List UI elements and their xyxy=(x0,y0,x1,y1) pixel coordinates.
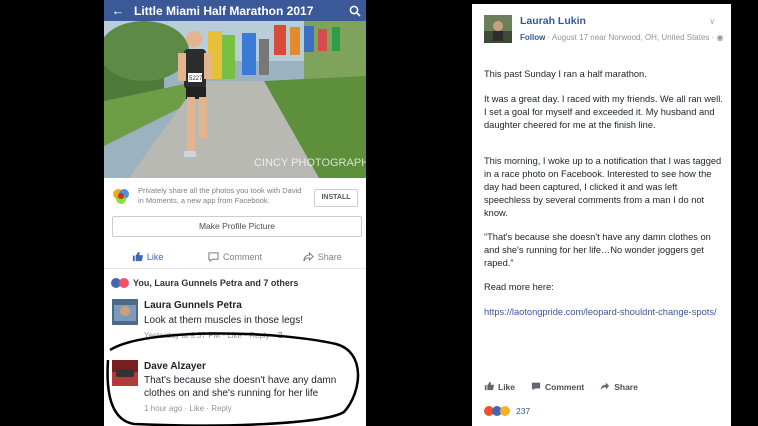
post-meta: Follow · August 17 near Norwood, OH, Uni… xyxy=(520,32,726,43)
post-date-location: · August 17 near Norwood, OH, United Sta… xyxy=(545,33,717,42)
comment-icon xyxy=(531,381,541,393)
globe-icon: ◉ xyxy=(716,33,724,42)
post-paragraph: This past Sunday I ran a half marathon. xyxy=(484,69,647,79)
chevron-down-icon[interactable]: ∨ xyxy=(709,16,716,27)
thumbs-up-icon xyxy=(484,381,494,393)
comment-button[interactable]: Comment xyxy=(531,380,584,394)
author-avatar[interactable] xyxy=(484,15,512,43)
facebook-post: Laurah Lukin ∨ Follow · August 17 near N… xyxy=(472,4,731,426)
post-reactions[interactable]: 237 xyxy=(484,404,530,418)
post-actions: Like Comment Share xyxy=(484,380,724,394)
post-paragraph: Read more here: xyxy=(484,282,554,292)
share-button[interactable]: Share xyxy=(600,380,638,394)
post-paragraph: “That's because she doesn't have any dam… xyxy=(484,232,711,268)
post-paragraph: This morning, I woke up to a notificatio… xyxy=(484,156,722,218)
post-paragraph: It was a great day. I raced with my frie… xyxy=(484,94,723,130)
reaction-count: 237 xyxy=(516,406,531,416)
follow-button[interactable]: Follow xyxy=(520,33,545,42)
hand-drawn-circle-annotation xyxy=(106,332,360,426)
author-name[interactable]: Laurah Lukin xyxy=(520,15,586,27)
share-label: Share xyxy=(614,382,638,392)
comment-label: Comment xyxy=(545,382,585,392)
read-more-link[interactable]: https://laotongpride.com/leopard-shouldn… xyxy=(484,307,717,317)
wow-reaction-icon xyxy=(500,406,510,416)
post-link[interactable]: https://laotongpride.com/leopard-shouldn… xyxy=(484,306,724,319)
share-icon xyxy=(600,381,610,393)
like-button[interactable]: Like xyxy=(484,380,515,394)
phone-screenshot: ← Little Miami Half Marathon 2017 5227 C… xyxy=(104,0,366,426)
like-label: Like xyxy=(498,382,516,392)
